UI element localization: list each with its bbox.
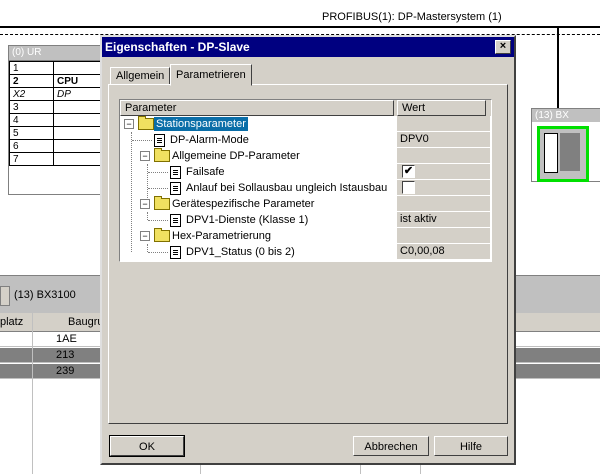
rack-slot[interactable]: 1 [9,61,54,75]
rack-slot[interactable]: 6 [9,139,54,153]
tree-row-dp-alarm-mode[interactable]: DP-Alarm-Mode DPV0 [120,132,491,148]
tree-label: DPV1_Status (0 bis 2) [186,246,295,258]
col-module[interactable]: Baugru [68,316,103,328]
tree-value-cell [397,180,490,196]
bus-drop-line [557,26,559,108]
rack-slot[interactable]: 5 [9,126,54,140]
profibus-label: PROFIBUS(1): DP-Mastersystem (1) [322,11,502,23]
rack-slot[interactable]: 7 [9,152,54,166]
col-parameter[interactable]: Parameter [120,100,394,116]
tree-connector [148,220,168,221]
tree-connector [148,188,168,189]
tree-value[interactable] [397,148,490,164]
help-button[interactable]: Hilfe [434,436,508,456]
tree-row-geraetespezifische-parameter[interactable]: − Gerätespezifische Parameter [120,196,491,212]
tree-label: DP-Alarm-Mode [170,134,249,146]
tree-value[interactable] [397,116,490,132]
tree-value[interactable]: ist aktiv [397,212,490,228]
bx3100-device-icon[interactable] [537,126,589,182]
cancel-button[interactable]: Abbrechen [353,436,429,456]
rack-slot[interactable]: 2 [9,74,54,88]
column-divider [32,313,33,474]
rack-slot[interactable]: 4 [9,113,54,127]
dialog-titlebar[interactable]: Eigenschaften - DP-Slave × [102,37,514,57]
collapse-icon[interactable]: − [140,231,150,241]
folder-open-icon [154,228,170,242]
nav-back-button[interactable] [0,286,10,306]
tree-row-allgemeine-dp-parameter[interactable]: − Allgemeine DP-Parameter [120,148,491,164]
tree-connector [148,252,168,253]
folder-open-icon [138,116,154,130]
rack-slot[interactable]: X2 [9,87,54,101]
close-button[interactable]: × [495,40,511,54]
rack-slot[interactable]: 3 [9,100,54,114]
parameter-icon [170,214,181,227]
tree-value[interactable]: C0,00,08 [397,244,490,260]
collapse-icon[interactable]: − [140,199,150,209]
dp-slave-node-title: (13) BX [532,109,600,122]
ok-button[interactable]: OK [109,435,185,457]
tree-label: Failsafe [186,166,225,178]
tree-value[interactable] [397,196,490,212]
col-wert[interactable]: Wert [397,100,486,116]
parameter-tree[interactable]: Parameter Wert − Stationsparameter DP-Al… [119,99,492,262]
tree-label: Anlauf bei Sollausbau ungleich Istausbau [186,182,388,194]
parameter-icon [170,182,181,195]
tree-row-hex-parametrierung[interactable]: − Hex-Parametrierung [120,228,491,244]
col-slot[interactable]: platz [0,316,23,328]
tree-label: DPV1-Dienste (Klasse 1) [186,214,309,226]
parameter-icon [170,166,181,179]
tab-parametrieren[interactable]: Parametrieren [170,64,252,86]
dp-slave-properties-dialog: Eigenschaften - DP-Slave × Allgemein Par… [100,35,516,465]
collapse-icon[interactable]: − [140,151,150,161]
tree-label: Gerätespezifische Parameter [172,198,315,210]
parameter-tree-header: Parameter Wert [120,100,491,116]
dialog-title: Eigenschaften - DP-Slave [105,40,250,54]
anlauf-checkbox[interactable] [402,181,415,194]
tree-label: Hex-Parametrierung [172,230,272,242]
tree-row-stationsparameter[interactable]: − Stationsparameter [120,116,491,132]
dp-slave-node[interactable]: (13) BX [531,108,600,182]
tree-connector [132,140,152,141]
close-icon: × [499,40,507,52]
tree-label: Stationsparameter [154,117,248,131]
folder-open-icon [154,196,170,210]
profibus-line[interactable] [0,26,600,28]
station-label: (13) BX3100 [14,289,76,301]
folder-open-icon [154,148,170,162]
failsafe-checkbox[interactable]: ✔ [402,165,415,178]
parameter-icon [170,246,181,259]
tab-allgemein[interactable]: Allgemein [110,67,171,85]
tree-label: Allgemeine DP-Parameter [172,150,300,162]
collapse-icon[interactable]: − [124,119,134,129]
tree-row-dpv1-status[interactable]: DPV1_Status (0 bis 2) C0,00,08 [120,244,491,260]
tree-row-anlauf[interactable]: Anlauf bei Sollausbau ungleich Istausbau [120,180,491,196]
tree-connector [148,172,168,173]
parameter-icon [154,134,165,147]
tree-row-failsafe[interactable]: Failsafe ✔ [120,164,491,180]
tree-row-dpv1-dienste[interactable]: DPV1-Dienste (Klasse 1) ist aktiv [120,212,491,228]
tree-value[interactable] [397,228,490,244]
tree-value[interactable]: DPV0 [397,132,490,148]
tree-value-cell: ✔ [397,164,490,180]
